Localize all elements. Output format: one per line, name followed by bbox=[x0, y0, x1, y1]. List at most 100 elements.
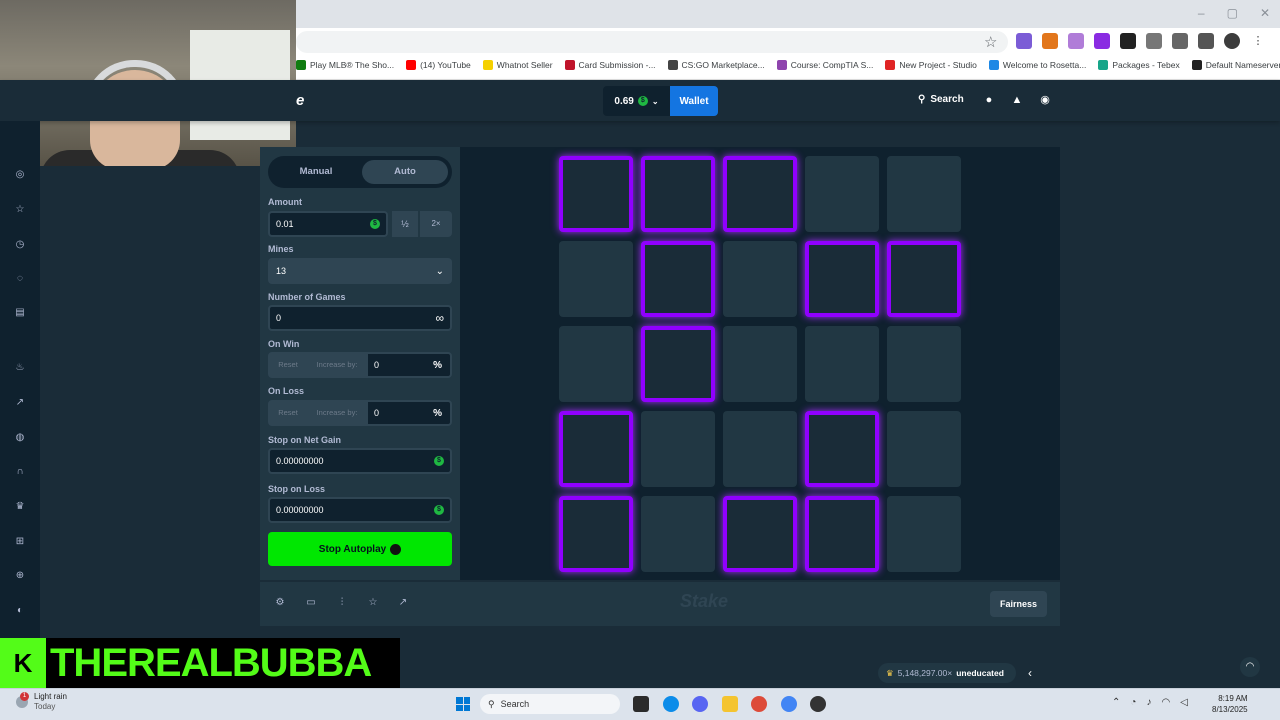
extension-icon[interactable] bbox=[1120, 33, 1136, 49]
wallet-button[interactable]: Wallet bbox=[670, 86, 718, 116]
mine-tile-selected[interactable] bbox=[559, 156, 633, 232]
bookmark-item[interactable]: Card Submission -... bbox=[564, 60, 656, 70]
mine-tile[interactable] bbox=[723, 411, 797, 487]
live-support-button[interactable]: ◠ bbox=[1240, 657, 1260, 677]
profile-avatar[interactable] bbox=[1224, 33, 1240, 49]
balance-display[interactable]: 0.69 $ ⌄ bbox=[603, 86, 670, 116]
mine-tile[interactable] bbox=[723, 241, 797, 317]
on-loss-reset-button[interactable]: Reset bbox=[270, 402, 306, 424]
mine-tile[interactable] bbox=[559, 326, 633, 402]
mine-tile[interactable] bbox=[641, 411, 715, 487]
bookmark-item[interactable]: Welcome to Rosetta... bbox=[988, 60, 1086, 70]
mine-tile-selected[interactable] bbox=[641, 156, 715, 232]
volume-icon[interactable]: ◁ bbox=[1180, 697, 1188, 708]
mines-select[interactable]: 13 ⌄ bbox=[268, 258, 452, 284]
microphone-icon[interactable]: ♪ bbox=[1146, 697, 1151, 708]
challenges-icon[interactable]: ◌ bbox=[12, 271, 28, 287]
bookmark-item[interactable]: Course: CompTIA S... bbox=[776, 60, 873, 70]
mine-tile[interactable] bbox=[805, 156, 879, 232]
kebab-menu-icon[interactable]: ⋮ bbox=[1250, 33, 1266, 49]
mine-tile[interactable] bbox=[887, 156, 961, 232]
mine-tile[interactable] bbox=[887, 326, 961, 402]
mine-tile[interactable] bbox=[805, 326, 879, 402]
mine-tile[interactable] bbox=[887, 411, 961, 487]
chevron-left-icon[interactable]: ‹ bbox=[1028, 666, 1032, 680]
popout-icon[interactable]: ↗ bbox=[397, 597, 409, 609]
trending-icon[interactable]: ↗ bbox=[12, 395, 28, 411]
theatre-mode-icon[interactable]: ▭ bbox=[305, 597, 317, 609]
favorite-star-icon[interactable]: ☆ bbox=[367, 597, 379, 609]
favorites-icon[interactable]: ☆ bbox=[12, 202, 28, 218]
double-amount-button[interactable]: 2× bbox=[420, 211, 452, 237]
mine-tile-selected[interactable] bbox=[641, 326, 715, 402]
on-win-value[interactable]: 0 bbox=[368, 360, 433, 370]
live-casino-icon[interactable]: ∩ bbox=[12, 464, 28, 480]
network-icon[interactable]: ◔ bbox=[1130, 697, 1136, 708]
task-view-icon[interactable] bbox=[633, 696, 649, 712]
mine-tile[interactable] bbox=[559, 241, 633, 317]
file-explorer-icon[interactable] bbox=[722, 696, 738, 712]
big-win-notification[interactable]: ♛ 5,148,297.00× uneducated bbox=[878, 663, 1016, 683]
puzzle-icon[interactable] bbox=[1146, 33, 1162, 49]
stop-autoplay-button[interactable]: Stop Autoplay bbox=[268, 532, 452, 566]
mine-tile[interactable] bbox=[887, 496, 961, 572]
mine-tile-selected[interactable] bbox=[805, 241, 879, 317]
mine-tile[interactable] bbox=[723, 326, 797, 402]
bookmark-item[interactable]: Default Nameserver... bbox=[1191, 60, 1280, 70]
mine-tile-selected[interactable] bbox=[887, 241, 961, 317]
stats-icon[interactable]: ⫶ bbox=[336, 597, 348, 609]
extension-icon[interactable] bbox=[1016, 33, 1032, 49]
support-icon[interactable]: ◐ bbox=[12, 603, 28, 619]
minimize-icon[interactable]: – bbox=[1198, 6, 1205, 20]
window-controls[interactable]: – ▢ ✕ bbox=[1198, 6, 1270, 20]
mine-tile-selected[interactable] bbox=[641, 241, 715, 317]
discord-icon[interactable] bbox=[692, 696, 708, 712]
bookmark-item[interactable]: Whatnot Seller bbox=[482, 60, 553, 70]
extension-icon[interactable] bbox=[1094, 33, 1110, 49]
tab-auto[interactable]: Auto bbox=[362, 160, 448, 184]
bookmark-item[interactable]: CS:GO Marketplace... bbox=[667, 60, 765, 70]
close-icon[interactable]: ✕ bbox=[1260, 6, 1270, 20]
obs-icon[interactable] bbox=[810, 696, 826, 712]
menu-icon[interactable] bbox=[1198, 33, 1214, 49]
tab-manual[interactable]: Manual bbox=[272, 160, 360, 184]
chrome-icon[interactable] bbox=[751, 696, 767, 712]
maximize-icon[interactable]: ▢ bbox=[1227, 6, 1238, 20]
bookmark-item[interactable]: (14) YouTube bbox=[406, 60, 471, 70]
infinity-icon[interactable]: ∞ bbox=[435, 311, 444, 325]
mine-tile-selected[interactable] bbox=[559, 496, 633, 572]
hot-icon[interactable]: ♨ bbox=[12, 360, 28, 376]
bookmark-item[interactable]: Packages - Tebex bbox=[1098, 60, 1180, 70]
address-bar[interactable] bbox=[296, 31, 1008, 53]
notification-bell-icon[interactable]: ▲ bbox=[1011, 94, 1023, 106]
stop-on-net-gain-input[interactable]: 0.00000000 $ bbox=[268, 448, 452, 474]
on-loss-increase-button[interactable]: Increase by: bbox=[306, 402, 368, 424]
settings-icon[interactable]: ⚙ bbox=[274, 597, 286, 609]
search-button[interactable]: ⚲ Search bbox=[918, 94, 964, 105]
site-logo[interactable]: e bbox=[296, 92, 304, 109]
windows-start-icon[interactable] bbox=[456, 697, 470, 711]
chrome-profile-icon[interactable] bbox=[781, 696, 797, 712]
mine-tile-selected[interactable] bbox=[723, 156, 797, 232]
amount-input[interactable]: 0.01 $ bbox=[268, 211, 388, 237]
taskbar-search[interactable]: ⚲ Search bbox=[480, 694, 620, 714]
wifi-icon[interactable]: ◠ bbox=[1161, 697, 1170, 708]
slots-icon[interactable]: ◍ bbox=[12, 430, 28, 446]
mine-tile-selected[interactable] bbox=[559, 411, 633, 487]
weather-widget[interactable]: 1 Light rain Today bbox=[16, 692, 67, 712]
bets-icon[interactable]: ▤ bbox=[12, 305, 28, 321]
extension-icon[interactable] bbox=[1068, 33, 1084, 49]
fairness-button[interactable]: Fairness bbox=[990, 591, 1047, 617]
tab-search-icon[interactable] bbox=[1172, 33, 1188, 49]
on-loss-value[interactable]: 0 bbox=[368, 408, 433, 418]
recent-icon[interactable]: ◷ bbox=[12, 237, 28, 253]
bookmark-item[interactable]: New Project - Studio bbox=[885, 60, 977, 70]
stop-on-loss-input[interactable]: 0.00000000 $ bbox=[268, 497, 452, 523]
edge-icon[interactable] bbox=[663, 696, 679, 712]
metamask-icon[interactable] bbox=[1042, 33, 1058, 49]
chevron-up-icon[interactable]: ⌃ bbox=[1112, 697, 1120, 708]
number-of-games-input[interactable]: 0 ∞ bbox=[268, 305, 452, 331]
game-shows-icon[interactable]: ♛ bbox=[12, 499, 28, 515]
bookmark-item[interactable]: Play MLB® The Sho... bbox=[296, 60, 394, 70]
sports-icon[interactable]: ⊕ bbox=[12, 568, 28, 584]
